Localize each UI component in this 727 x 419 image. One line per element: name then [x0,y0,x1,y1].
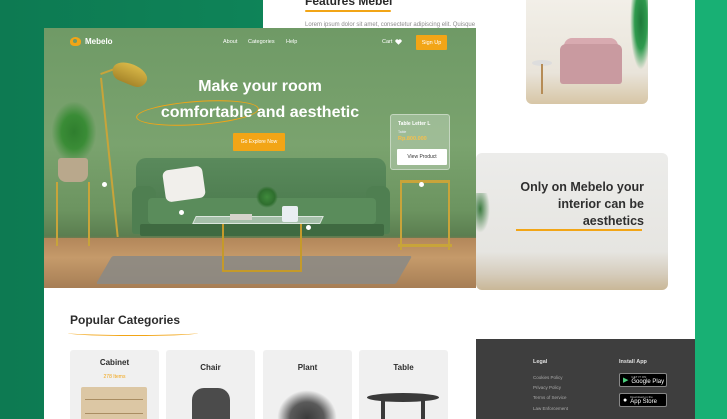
category-card-cabinet[interactable]: Cabinet 278 Items [70,350,159,419]
coffee-table-top [192,216,324,224]
category-name: Cabinet [99,358,130,367]
plant-image [630,0,648,70]
category-name: Table [393,363,414,372]
nav-link-help[interactable]: Help [286,39,297,45]
small-plant [256,186,278,208]
nav-link-about[interactable]: About [223,39,237,45]
background-stripe [695,0,727,419]
product-name: Table Letter L [398,121,431,127]
mug [282,206,298,222]
promo-text: Only on Mebelo your interior can be aest… [520,180,644,228]
chair-image [192,388,230,419]
heart-icon[interactable] [395,39,402,45]
app-store-small-text: Download on the [630,394,653,399]
explore-button[interactable]: Go Explore Now [233,133,285,151]
google-play-icon: ▶ [623,377,629,384]
plant-image [277,390,337,419]
plant-image [476,193,490,233]
categories-title-underline [68,330,198,336]
app-store-badge[interactable]: ● Download on the App Store [619,393,667,407]
features-title-underline [305,10,391,12]
promo-card: Only on Mebelo your interior can be aest… [476,153,668,290]
google-play-badge[interactable]: ▶ GET IT ON Google Play [619,373,667,387]
category-count: 278 Items [103,374,126,380]
front-page-mockup: Mebelo About Categories Help Cart Sign U… [44,28,476,419]
plant-pot [58,158,88,182]
product-card: Table Letter L Table Rp.800.000 View Pro… [390,114,450,170]
category-card-table[interactable]: Table [359,350,448,419]
category-name: Chair [200,363,221,372]
sign-up-button[interactable]: Sign Up [416,35,447,50]
view-product-button[interactable]: View Product [397,149,447,165]
footer: Legal Cookies Policy Privacy Policy Term… [476,339,695,419]
books [230,214,252,220]
cabinet-image [81,387,147,419]
features-title: Features Mebel [305,0,393,8]
legal-heading: Legal [533,359,548,365]
product-category: Table [398,130,407,134]
footer-link-terms[interactable]: Terms of Service [533,395,567,400]
armchair-shape [560,44,622,84]
logo-text[interactable]: Mebelo [85,37,113,46]
pillow [161,165,207,203]
app-store-text: App Store [630,398,657,405]
hotspot-dot[interactable] [179,210,184,215]
floor-lamp [100,77,119,238]
nav-link-categories[interactable]: Categories [248,39,275,45]
promo-underline [516,229,642,231]
footer-link-law[interactable]: Law Enforcement [533,406,568,411]
category-card-plant[interactable]: Plant [263,350,352,419]
product-price: Rp.800.000 [398,136,427,142]
side-table [400,180,450,250]
google-play-text: Google Play [631,378,665,385]
category-name: Plant [297,363,318,372]
category-card-chair[interactable]: Chair [166,350,255,419]
footer-link-privacy[interactable]: Privacy Policy [533,385,561,390]
apple-icon: ● [623,396,628,404]
armchair-image [526,0,648,104]
plant-stand [56,182,90,246]
hero-title-line1: Make your room [198,78,322,95]
hotspot-dot[interactable] [306,225,311,230]
hotspot-dot[interactable] [419,182,424,187]
install-app-heading: Install App [619,359,647,365]
hotspot-dot[interactable] [102,182,107,187]
logo-icon[interactable] [70,37,81,46]
cart-link[interactable]: Cart [382,39,392,45]
footer-link-cookies[interactable]: Cookies Policy [533,375,563,380]
coffee-table-frame [222,224,302,272]
table-image [367,393,439,402]
hero-section: Mebelo About Categories Help Cart Sign U… [44,28,476,288]
categories-title: Popular Categories [70,313,181,327]
